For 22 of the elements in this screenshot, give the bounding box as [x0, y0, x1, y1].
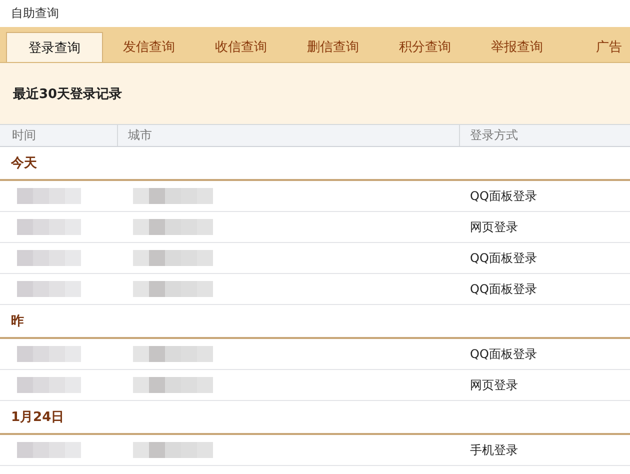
tab[interactable]: 收信查询	[195, 32, 287, 62]
login-method: 手机登录	[470, 442, 518, 458]
tab[interactable]: 广告	[563, 32, 630, 62]
login-method: 网页登录	[470, 376, 518, 394]
column-header: 城市	[118, 125, 460, 146]
date-group-label: 今天	[11, 155, 37, 172]
login-method: QQ面板登录	[470, 188, 537, 204]
tab[interactable]: 发信查询	[103, 32, 195, 62]
column-header: 时间	[0, 125, 118, 146]
date-group-label: 1月24日	[11, 409, 64, 426]
section-title: 最近30天登录记录	[13, 86, 122, 102]
login-method: QQ面板登录	[470, 346, 537, 362]
tab[interactable]: 登录查询	[6, 32, 103, 62]
login-method: 网页登录	[470, 218, 518, 236]
tab[interactable]: 积分查询	[379, 32, 471, 62]
tab[interactable]: 举报查询	[471, 32, 563, 62]
date-group-label: 昨	[11, 313, 24, 330]
column-header: 登录方式	[469, 127, 519, 144]
login-method: QQ面板登录	[470, 280, 537, 298]
page-title: 自助查询	[10, 5, 60, 22]
tab[interactable]: 删信查询	[287, 32, 379, 62]
login-method: QQ面板登录	[470, 250, 537, 266]
